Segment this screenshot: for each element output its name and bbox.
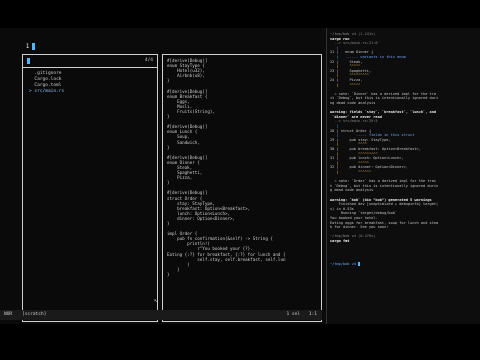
- terminal-line: cargo fmt: [330, 239, 350, 243]
- terminal-line: k for dinner. See you soon!: [330, 225, 389, 230]
- screen: 1 4/4 .gitignore Cargo.lock Cargo.toml > …: [0, 28, 480, 324]
- buffer-name: [scratch]: [22, 312, 47, 317]
- file-list: .gitignore Cargo.lock Cargo.toml > src/ma…: [29, 71, 64, 95]
- file-name: Cargo.toml: [34, 83, 62, 88]
- prompt-line-number: 1: [25, 43, 30, 50]
- terminal-line: ~/tmp/bob v4: [330, 262, 361, 266]
- code-preview: #[derive(Debug)] enum StayType { Hotel(u3…: [167, 58, 286, 277]
- prompt-cursor: [32, 43, 36, 50]
- file-name: .gitignore: [34, 71, 62, 76]
- terminal-cursor: [358, 262, 361, 266]
- picker-divider: [23, 67, 157, 68]
- code-line: Eating {:?} for breakfast, {:?} for lunc…: [167, 251, 286, 257]
- status-bar: NOR [scratch] 1 sel 1:1: [0, 310, 322, 320]
- terminal-line: ng dead code analysis: [330, 101, 376, 105]
- file-picker[interactable]: 4/4 .gitignore Cargo.lock Cargo.toml > sr…: [22, 54, 158, 322]
- file-name: Cargo.lock: [34, 77, 62, 82]
- picker-match-count: 4/4: [144, 58, 153, 63]
- file-item[interactable]: > src/main.rs: [29, 89, 64, 95]
- mode-indicator: NOR: [4, 312, 13, 317]
- selection-count: 1 sel: [286, 312, 300, 317]
- picker-input-cursor[interactable]: [27, 58, 30, 64]
- terminal-line: g dead code analysis: [330, 188, 374, 193]
- terminal-line: | ^^^^^^: [330, 170, 372, 174]
- terminal-line: | ^^^^^: [330, 82, 361, 87]
- editor-pane[interactable]: 1 4/4 .gitignore Cargo.lock Cargo.toml > …: [0, 28, 322, 324]
- file-preview: #[derive(Debug)] enum StayType { Hotel(u3…: [162, 54, 322, 322]
- code-line: }: [167, 271, 170, 277]
- code-line: self.stay, self.breakfast, self.lun: [167, 256, 286, 262]
- mouse-pointer-icon: ↖: [154, 297, 158, 304]
- cursor-position: 1:1: [308, 312, 317, 317]
- file-name: src/main.rs: [34, 89, 65, 94]
- terminal-pane[interactable]: ~/tmp/bob v4 (1.241s) cargo run --> src/m…: [326, 28, 480, 324]
